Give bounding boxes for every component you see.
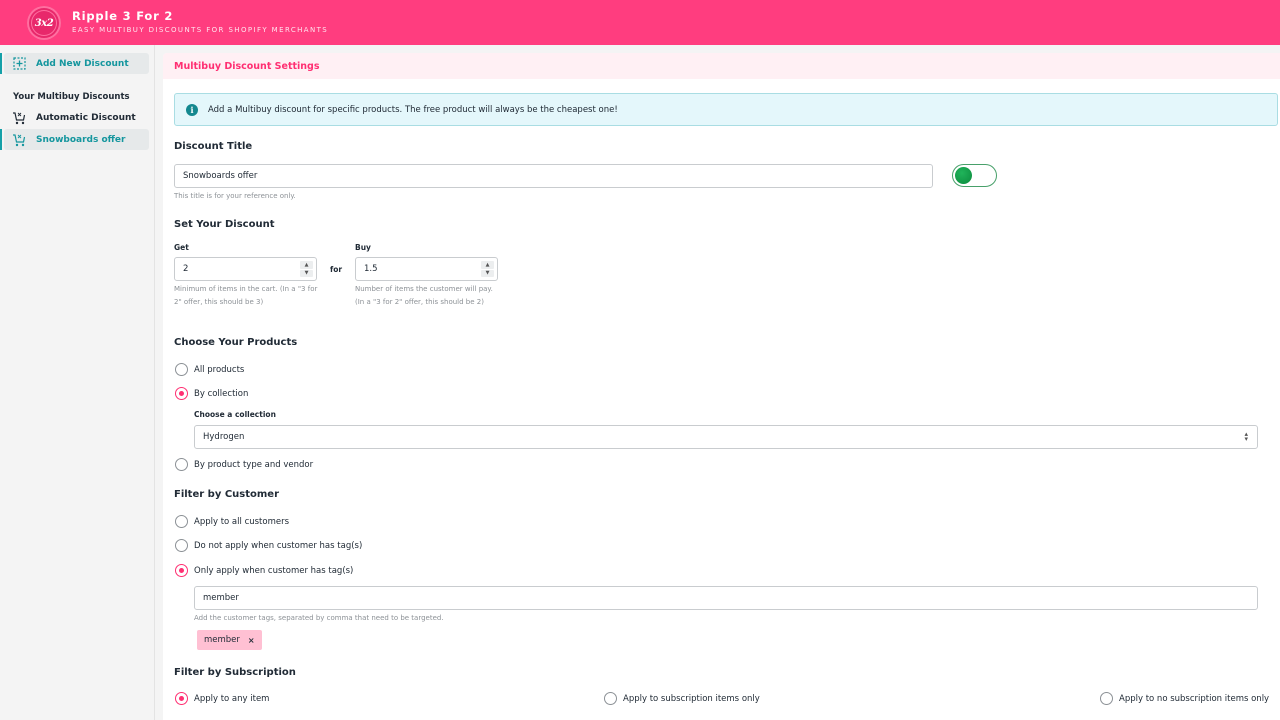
customer-tags-help: Add the customer tags, separated by comm… [194, 614, 444, 622]
radio-all-products[interactable]: All products [175, 363, 244, 376]
active-indicator [0, 53, 2, 74]
radio-label: By product type and vendor [194, 459, 314, 470]
enabled-toggle[interactable] [952, 164, 997, 187]
radio-button[interactable] [1100, 692, 1113, 705]
sidebar-item-label: Automatic Discount [36, 112, 136, 123]
step-down-icon[interactable]: ▼ [481, 269, 494, 277]
app-title: Ripple 3 For 2 [72, 9, 174, 23]
customer-tags-input[interactable]: member [194, 586, 1258, 610]
buy-label: Buy [355, 243, 371, 252]
brand: Ripple 3 For 2 EASY MULTIBUY DISCOUNTS F… [72, 9, 328, 34]
radio-button[interactable] [604, 692, 617, 705]
discount-title-heading: Discount Title [174, 141, 253, 152]
buy-stepper[interactable]: ▲ ▼ [481, 261, 494, 277]
radio-label: Apply to any item [194, 693, 270, 704]
get-help: Minimum of items in the cart. (In a "3 f… [174, 285, 318, 306]
step-down-icon[interactable]: ▼ [300, 269, 313, 277]
get-value: 2 [183, 264, 189, 274]
radio-label: Do not apply when customer has tag(s) [194, 540, 363, 551]
info-icon: i [186, 103, 198, 116]
radio-label: All products [194, 364, 245, 375]
radio-any-item[interactable]: Apply to any item [175, 692, 269, 705]
app-header: 3x2 Ripple 3 For 2 EASY MULTIBUY DISCOUN… [0, 0, 1280, 45]
buy-help: Number of items the customer will pay. (… [355, 285, 493, 306]
get-label: Get [174, 243, 189, 252]
app-subtitle: EASY MULTIBUY DISCOUNTS FOR SHOPIFY MERC… [72, 26, 329, 34]
for-label: for [330, 265, 343, 274]
radio-button[interactable] [175, 692, 188, 705]
subscription-heading: Filter by Subscription [174, 667, 296, 678]
products-heading: Choose Your Products [174, 337, 298, 348]
radio-button[interactable] [175, 458, 188, 471]
radio-by-collection[interactable]: By collection [175, 387, 248, 400]
buy-value: 1.5 [364, 264, 378, 274]
sidebar-heading: Your Multibuy Discounts [13, 92, 130, 102]
step-up-icon[interactable]: ▲ [300, 261, 313, 269]
radio-button[interactable] [175, 515, 188, 528]
get-quantity-input[interactable]: 2 ▲ ▼ [174, 257, 317, 281]
radio-label: Only apply when customer has tag(s) [194, 565, 354, 576]
collection-label: Choose a collection [194, 410, 276, 419]
radio-all-customers[interactable]: Apply to all customers [175, 515, 289, 528]
radio-button[interactable] [175, 387, 188, 400]
add-square-icon [12, 57, 26, 71]
app-logo: 3x2 [27, 6, 61, 40]
radio-by-product-type[interactable]: By product type and vendor [175, 458, 313, 471]
buy-quantity-input[interactable]: 1.5 ▲ ▼ [355, 257, 498, 281]
sidebar: Add New Discount Your Multibuy Discounts… [0, 45, 155, 720]
radio-subscription-only[interactable]: Apply to subscription items only [604, 692, 760, 705]
remove-tag-icon[interactable]: × [248, 636, 255, 645]
radio-button[interactable] [175, 363, 188, 376]
page-title: Multibuy Discount Settings [174, 60, 320, 72]
radio-exclude-tags[interactable]: Do not apply when customer has tag(s) [175, 539, 362, 552]
step-up-icon[interactable]: ▲ [481, 261, 494, 269]
radio-button[interactable] [175, 564, 188, 577]
cart-discount-icon [12, 111, 26, 125]
radio-label: By collection [194, 388, 249, 399]
radio-no-subscription-only[interactable]: Apply to no subscription items only [1100, 692, 1269, 705]
toggle-knob [955, 166, 972, 184]
panel-header: Multibuy Discount Settings [163, 53, 1280, 79]
collection-select[interactable]: Hydrogen ▴ ▾ [194, 425, 1258, 449]
get-stepper[interactable]: ▲ ▼ [300, 261, 313, 277]
sidebar-item-label: Snowboards offer [36, 134, 126, 145]
set-discount-heading: Set Your Discount [174, 219, 275, 230]
select-caret-icon: ▴ ▾ [1244, 430, 1248, 443]
discount-title-input[interactable]: Snowboards offer [174, 164, 933, 188]
customer-heading: Filter by Customer [174, 489, 280, 500]
main-panel: Multibuy Discount Settings i Add a Multi… [163, 53, 1280, 720]
cart-discount-icon [12, 133, 26, 147]
sidebar-item-automatic-discount[interactable]: Automatic Discount [4, 107, 149, 128]
sidebar-item-snowboards-offer[interactable]: Snowboards offer [4, 129, 149, 150]
radio-only-tags[interactable]: Only apply when customer has tag(s) [175, 564, 353, 577]
info-banner-text: Add a Multibuy discount for specific pro… [208, 104, 618, 115]
tag-label: member [204, 635, 240, 645]
radio-button[interactable] [175, 539, 188, 552]
tag-chip: member × [197, 630, 262, 650]
active-indicator [0, 129, 2, 150]
info-banner: i Add a Multibuy discount for specific p… [174, 93, 1278, 126]
radio-label: Apply to subscription items only [623, 693, 760, 704]
discount-title-help: This title is for your reference only. [174, 192, 296, 200]
add-new-discount-button[interactable]: Add New Discount [4, 53, 149, 74]
radio-label: Apply to all customers [194, 516, 290, 527]
collection-value: Hydrogen [203, 432, 245, 442]
add-new-discount-label: Add New Discount [36, 58, 129, 69]
radio-label: Apply to no subscription items only [1119, 693, 1270, 704]
logo-text: 3x2 [34, 17, 54, 29]
